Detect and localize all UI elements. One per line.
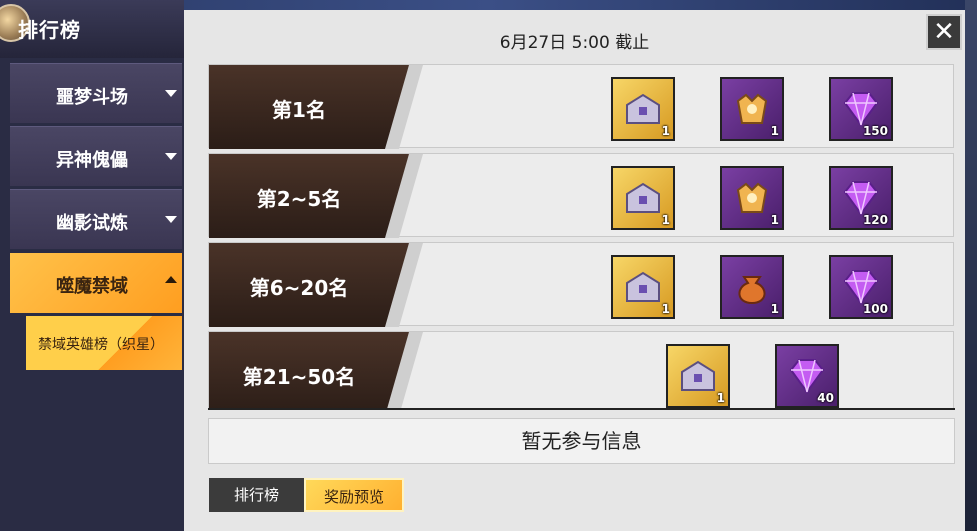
reward-row: 第2~5名 1 1 120	[208, 153, 954, 238]
chevron-down-icon	[165, 216, 177, 223]
reward-panel: 6月27日 5:00 截止 ✕ 第1名 1 1 150 第2~5名 1 1 12…	[184, 10, 965, 531]
silver-chest-icon	[626, 182, 660, 213]
silver-chest-icon	[626, 93, 660, 124]
reward-row: 第1名 1 1 150	[208, 64, 954, 149]
reward-count: 150	[862, 124, 888, 138]
reward-item[interactable]: 1	[611, 77, 675, 141]
reward-item[interactable]: 40	[775, 344, 839, 408]
reward-item[interactable]: 120	[829, 166, 893, 230]
list-divider	[208, 408, 955, 410]
rank-label: 第6~20名	[249, 276, 349, 300]
background-right-strip	[965, 0, 977, 531]
tab-ranking[interactable]: 排行榜	[209, 478, 304, 512]
tab-reward-preview[interactable]: 奖励预览	[304, 478, 404, 512]
sidebar: 排行榜 噩梦斗场 异神傀儡 幽影试炼 噬魔禁域 禁域英雄榜（织星）	[0, 0, 184, 531]
sidebar-item-label: 噬魔禁域	[56, 276, 128, 297]
rank-label: 第1名	[272, 98, 326, 122]
reward-item[interactable]: 150	[829, 77, 893, 141]
reward-count: 1	[770, 213, 779, 227]
sidebar-item-shadow-trial[interactable]: 幽影试炼	[10, 189, 182, 249]
chevron-down-icon	[165, 153, 177, 160]
rank-label: 第2~5名	[256, 187, 342, 211]
reward-count: 40	[817, 391, 834, 405]
reward-row: 第21~50名 1 40	[208, 331, 954, 410]
sidebar-title: 排行榜	[18, 18, 81, 42]
reward-list[interactable]: 第1名 1 1 150 第2~5名 1 1 120 第6~20名 1 1 100…	[208, 64, 954, 410]
close-icon: ✕	[933, 17, 955, 47]
reward-count: 1	[661, 213, 670, 227]
golden-armor-icon	[736, 93, 768, 124]
reward-count: 120	[862, 213, 888, 227]
reward-item[interactable]: 100	[829, 255, 893, 319]
orange-pouch-icon	[738, 276, 766, 305]
reward-count: 1	[716, 391, 725, 405]
reward-item[interactable]: 1	[720, 77, 784, 141]
sidebar-item-label: 异神傀儡	[56, 150, 128, 171]
reward-count: 1	[661, 302, 670, 316]
sidebar-item-label: 幽影试炼	[56, 213, 128, 234]
rank-label: 第21~50名	[242, 365, 356, 389]
reward-item[interactable]: 1	[611, 255, 675, 319]
reward-row: 第6~20名 1 1 100	[208, 242, 954, 327]
sidebar-subitem-label: 禁域英雄榜（织星）	[38, 337, 164, 353]
sidebar-item-forbidden-domain[interactable]: 噬魔禁域	[10, 253, 182, 313]
sidebar-subitem-hero-ranking[interactable]: 禁域英雄榜（织星）	[26, 316, 182, 370]
sidebar-item-nightmare-arena[interactable]: 噩梦斗场	[10, 63, 182, 123]
golden-armor-icon	[736, 182, 768, 213]
chevron-down-icon	[165, 90, 177, 97]
sidebar-item-puppet[interactable]: 异神傀儡	[10, 126, 182, 186]
reward-count: 1	[770, 302, 779, 316]
reward-count: 100	[862, 302, 888, 316]
close-button[interactable]: ✕	[926, 14, 962, 50]
reward-count: 1	[661, 124, 670, 138]
deadline-text: 6月27日 5:00 截止	[499, 33, 650, 53]
reward-item[interactable]: 1	[720, 166, 784, 230]
silver-chest-icon	[681, 360, 715, 391]
reward-item[interactable]: 1	[666, 344, 730, 408]
reward-item[interactable]: 1	[611, 166, 675, 230]
sidebar-item-label: 噩梦斗场	[56, 87, 128, 108]
reward-item[interactable]: 1	[720, 255, 784, 319]
chevron-up-icon	[165, 276, 177, 283]
participation-info: 暂无参与信息	[208, 418, 955, 464]
reward-count: 1	[770, 124, 779, 138]
sidebar-header: 排行榜	[0, 0, 184, 58]
silver-chest-icon	[626, 271, 660, 302]
